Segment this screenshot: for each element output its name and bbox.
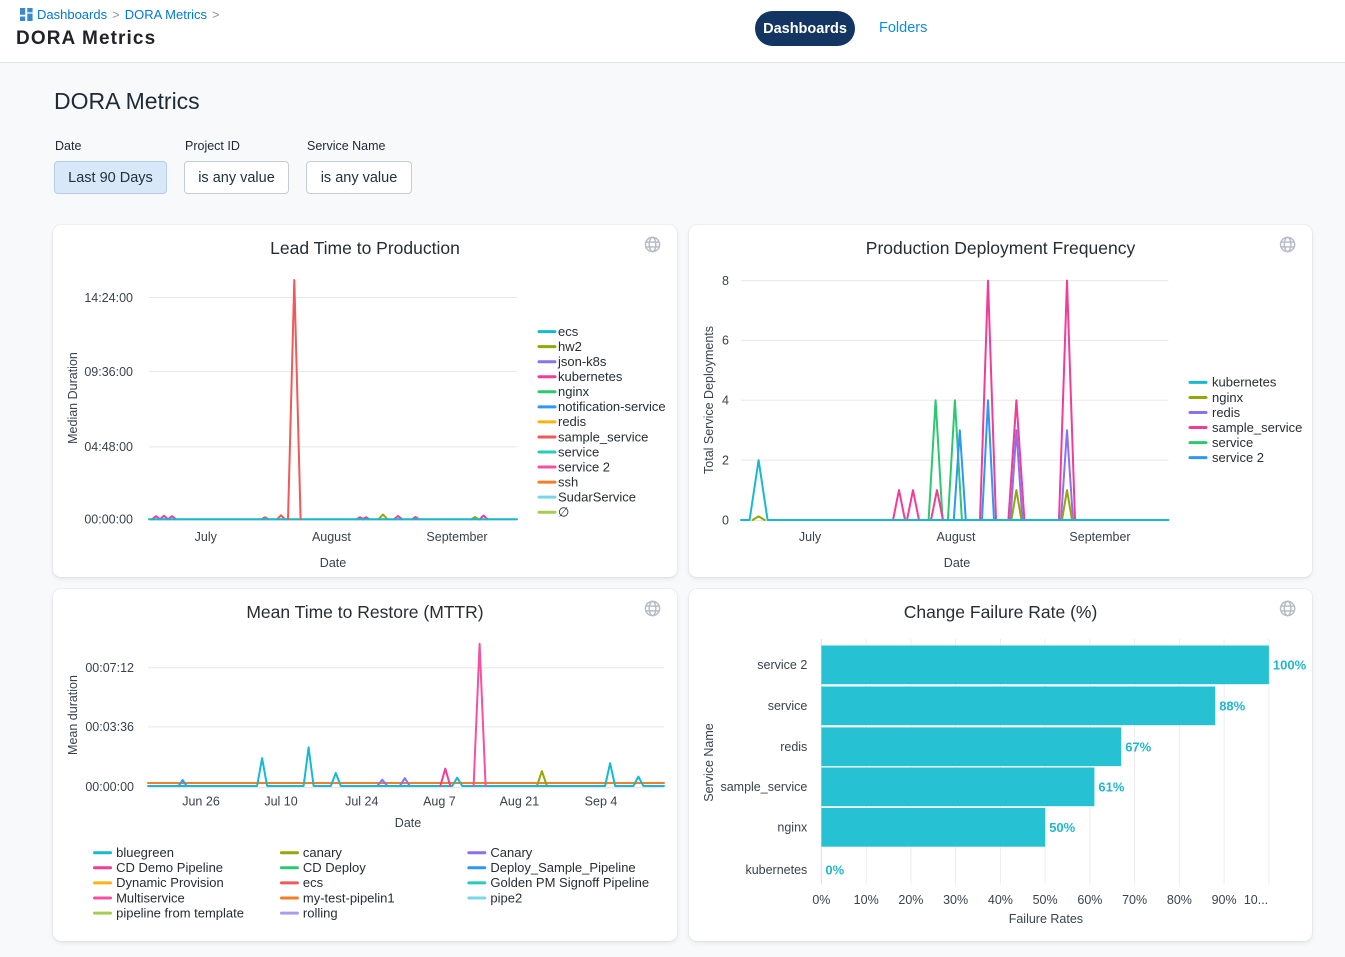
svg-text:September: September [426, 530, 487, 544]
svg-text:90%: 90% [1212, 893, 1237, 907]
svg-text:0%: 0% [825, 862, 844, 877]
svg-text:50%: 50% [1049, 820, 1075, 835]
svg-text:kubernetes: kubernetes [745, 863, 807, 877]
svg-text:80%: 80% [1167, 893, 1192, 907]
svg-text:August: August [937, 530, 976, 544]
svg-text:service 2: service 2 [558, 459, 610, 474]
svg-text:61%: 61% [1098, 779, 1124, 794]
svg-text:67%: 67% [1125, 739, 1151, 754]
svg-text:Total Service Deployments: Total Service Deployments [702, 326, 716, 474]
svg-text:nginx: nginx [777, 821, 808, 835]
svg-text:CD Demo Pipeline: CD Demo Pipeline [116, 860, 223, 875]
svg-text:service: service [768, 699, 808, 713]
svg-text:kubernetes: kubernetes [1212, 375, 1277, 390]
svg-text:sample_service: sample_service [720, 780, 807, 794]
svg-text:Mean duration: Mean duration [66, 675, 80, 755]
svg-text:70%: 70% [1122, 893, 1147, 907]
svg-text:August: August [312, 530, 351, 544]
svg-text:nginx: nginx [1212, 390, 1244, 405]
svg-text:20%: 20% [898, 893, 923, 907]
svg-text:14:24:00: 14:24:00 [84, 291, 133, 305]
svg-text:60%: 60% [1077, 893, 1102, 907]
svg-text:Mean Time to Restore (MTTR): Mean Time to Restore (MTTR) [246, 602, 483, 622]
svg-text:00:00:00: 00:00:00 [84, 513, 133, 527]
svg-text:100%: 100% [1273, 657, 1307, 672]
svg-text:service: service [1212, 435, 1253, 450]
svg-text:pipe2: pipe2 [490, 890, 522, 905]
svg-text:2: 2 [722, 453, 729, 467]
svg-text:Deploy_Sample_Pipeline: Deploy_Sample_Pipeline [490, 860, 635, 875]
svg-text:10%: 10% [854, 893, 879, 907]
svg-text:service 2: service 2 [757, 658, 807, 672]
svg-text:4: 4 [722, 394, 729, 408]
svg-text:Date: Date [320, 556, 346, 570]
svg-text:service: service [558, 444, 599, 459]
svg-text:50%: 50% [1033, 893, 1058, 907]
svg-text:Sep 4: Sep 4 [585, 795, 618, 809]
svg-text:Change Failure Rate (%): Change Failure Rate (%) [904, 602, 1098, 622]
svg-text:0: 0 [722, 513, 729, 527]
svg-text:July: July [195, 530, 218, 544]
svg-text:redis: redis [780, 740, 807, 754]
svg-text:ecs: ecs [303, 875, 324, 890]
svg-text:canary: canary [303, 845, 343, 860]
svg-text:Multiservice: Multiservice [116, 890, 185, 905]
svg-text:Aug 7: Aug 7 [423, 795, 456, 809]
svg-text:6: 6 [722, 334, 729, 348]
svg-text:bluegreen: bluegreen [116, 845, 174, 860]
svg-text:Aug 21: Aug 21 [500, 795, 540, 809]
svg-text:CD Deploy: CD Deploy [303, 860, 366, 875]
svg-text:Canary: Canary [490, 845, 532, 860]
svg-text:ssh: ssh [558, 474, 578, 489]
svg-text:10...: 10... [1244, 893, 1268, 907]
svg-text:redis: redis [1212, 405, 1241, 420]
svg-text:hw2: hw2 [558, 339, 582, 354]
svg-text:September: September [1069, 530, 1130, 544]
svg-text:Median Duration: Median Duration [66, 352, 80, 444]
svg-text:00:07:12: 00:07:12 [85, 661, 134, 675]
svg-text:SudarService: SudarService [558, 489, 636, 504]
svg-text:notification-service: notification-service [558, 399, 666, 414]
svg-text:30%: 30% [943, 893, 968, 907]
svg-text:00:03:36: 00:03:36 [85, 720, 134, 734]
svg-text:Golden PM Signoff Pipeline: Golden PM Signoff Pipeline [490, 875, 649, 890]
svg-text:Service Name: Service Name [702, 723, 716, 802]
svg-text:nginx: nginx [558, 384, 590, 399]
svg-text:Dynamic Provision: Dynamic Provision [116, 875, 224, 890]
svg-text:0%: 0% [812, 893, 830, 907]
svg-text:Lead Time to Production: Lead Time to Production [270, 238, 460, 258]
svg-text:Production Deployment Frequenc: Production Deployment Frequency [866, 238, 1136, 258]
svg-text:40%: 40% [988, 893, 1013, 907]
svg-text:Date: Date [944, 556, 970, 570]
svg-text:July: July [799, 530, 822, 544]
svg-text:∅: ∅ [558, 505, 569, 520]
svg-text:redis: redis [558, 414, 587, 429]
svg-text:Date: Date [395, 816, 421, 830]
svg-text:Jul 24: Jul 24 [345, 795, 378, 809]
svg-text:88%: 88% [1219, 698, 1245, 713]
svg-text:rolling: rolling [303, 905, 338, 920]
svg-text:09:36:00: 09:36:00 [84, 365, 133, 379]
svg-text:ecs: ecs [558, 324, 579, 339]
svg-text:04:48:00: 04:48:00 [84, 440, 133, 454]
svg-text:Jul 10: Jul 10 [264, 795, 297, 809]
svg-text:service 2: service 2 [1212, 450, 1264, 465]
svg-text:Failure Rates: Failure Rates [1009, 912, 1083, 926]
svg-text:sample_service: sample_service [558, 429, 648, 444]
svg-text:Jun 26: Jun 26 [182, 795, 220, 809]
svg-text:pipeline from template: pipeline from template [116, 905, 244, 920]
svg-text:kubernetes: kubernetes [558, 369, 623, 384]
svg-text:my-test-pipelin1: my-test-pipelin1 [303, 890, 395, 905]
svg-text:json-k8s: json-k8s [557, 354, 607, 369]
svg-text:8: 8 [722, 274, 729, 288]
svg-text:00:00:00: 00:00:00 [85, 780, 134, 794]
svg-text:sample_service: sample_service [1212, 420, 1302, 435]
